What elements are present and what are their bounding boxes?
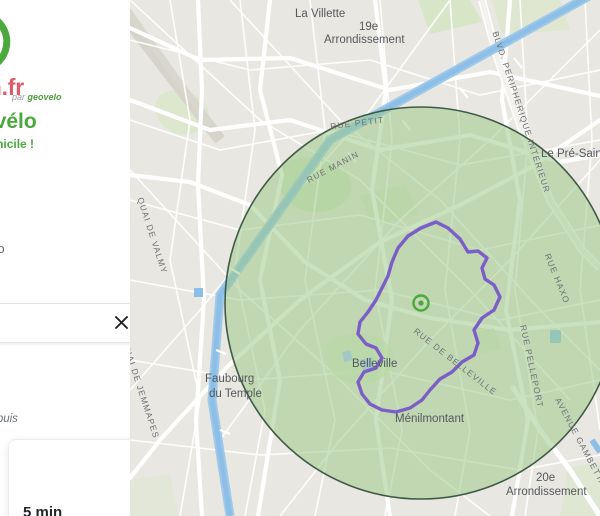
brand-byline-partner: geovelo (27, 92, 62, 102)
lede-text: nt une balade à vélo éplacements (0, 240, 130, 276)
search-input[interactable]: ance (0, 315, 111, 330)
map-canvas[interactable]: La Villette 19e Arrondissement Le Pré-Sa… (130, 0, 600, 516)
lede-line-2: éplacements (0, 259, 130, 277)
panel-inner: monrayon.fr par geovelo e boucles vélo m… (0, 0, 130, 516)
page-title: s de chez (0, 181, 130, 206)
close-icon[interactable] (111, 313, 130, 333)
duration-value: 5 min (23, 504, 63, 516)
tagline-sub: mètre de votre domicile ! (0, 137, 35, 152)
brand-byline: par geovelo (12, 92, 62, 102)
tagline: e boucles vélo (0, 110, 37, 133)
map-vector-layer (130, 0, 600, 516)
monrayon-app: monrayon.fr par geovelo e boucles vélo m… (0, 0, 600, 516)
duration-card: 5 min (8, 439, 130, 516)
lede-line-1: nt une balade à vélo (0, 242, 5, 257)
hint-text: trer, ou y accéder depuis (0, 412, 18, 425)
left-panel: monrayon.fr par geovelo e boucles vélo m… (0, 0, 130, 516)
address-search-box[interactable]: ance (0, 302, 130, 343)
brand-byline-prefix: par (12, 92, 28, 102)
brand-logo[interactable]: monrayon.fr par geovelo (0, 6, 130, 102)
circular-arrow-route-pin-logo (0, 18, 11, 65)
